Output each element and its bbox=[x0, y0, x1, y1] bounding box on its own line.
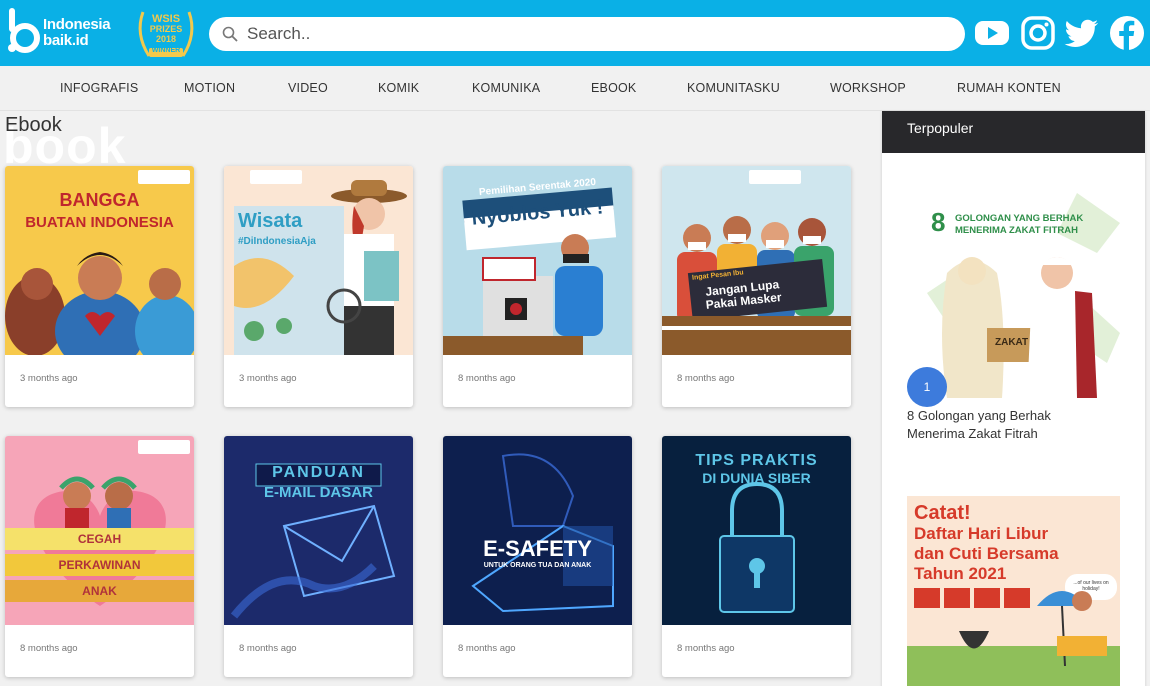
facebook-icon[interactable] bbox=[1109, 15, 1145, 51]
hand-laptop-illustration-icon bbox=[471, 453, 614, 613]
ebook-card[interactable]: Pemilihan Serentak 2020 Nyoblos Yuk ! 8 … bbox=[443, 166, 632, 407]
ebook-thumbnail: Wisata #DiIndonesiaAja bbox=[224, 166, 413, 355]
ebook-date: 3 months ago bbox=[239, 373, 297, 384]
top-header: Indonesia baik.id WSIS PRIZES 2018 WINNE… bbox=[0, 0, 1150, 66]
ebook-thumbnail: Pemilihan Serentak 2020 Nyoblos Yuk ! bbox=[443, 166, 632, 355]
wsis-award-badge: WSIS PRIZES 2018 WINNER bbox=[133, 4, 199, 64]
main-nav: INFOGRAFIS MOTION VIDEO KOMIK KOMUNIKA E… bbox=[0, 66, 1150, 111]
ebook-thumbnail: E-SAFETY UNTUK ORANG TUA DAN ANAK bbox=[443, 436, 632, 625]
ebook-card[interactable]: Ingat Pesan Ibu Jangan Lupa Pakai Masker… bbox=[662, 166, 851, 407]
nav-motion[interactable]: MOTION bbox=[184, 66, 235, 111]
sidebar-title: Terpopuler bbox=[882, 111, 1145, 153]
nav-komunitasku[interactable]: KOMUNITASKU bbox=[687, 66, 780, 111]
ebook-thumbnail: PANDUAN E-MAIL DASAR bbox=[224, 436, 413, 625]
twitter-icon[interactable] bbox=[1064, 15, 1100, 51]
travel-illustration-icon bbox=[234, 180, 407, 355]
ebook-thumbnail: BANGGA BUATAN INDONESIA bbox=[5, 166, 194, 355]
ebook-thumbnail: Ingat Pesan Ibu Jangan Lupa Pakai Masker bbox=[662, 166, 851, 355]
ebook-date: 3 months ago bbox=[20, 373, 78, 384]
page-title: Ebook bbox=[5, 114, 62, 136]
holiday-illustration-icon bbox=[907, 588, 1120, 686]
ebook-date: 8 months ago bbox=[677, 643, 735, 654]
ebook-thumbnail: TIPS PRAKTIS DI DUNIA SIBER bbox=[662, 436, 851, 625]
ebook-card[interactable]: CEGAH PERKAWINAN ANAK 8 months ago bbox=[5, 436, 194, 677]
ebook-card[interactable]: Wisata #DiIndonesiaAja 3 months ago bbox=[224, 166, 413, 407]
ebook-date: 8 months ago bbox=[458, 373, 516, 384]
ebook-card[interactable]: E-SAFETY UNTUK ORANG TUA DAN ANAK 8 mont… bbox=[443, 436, 632, 677]
ebook-date: 8 months ago bbox=[677, 373, 735, 384]
ebook-date: 8 months ago bbox=[20, 643, 78, 654]
search-bar[interactable] bbox=[209, 17, 965, 51]
logo-text: Indonesia baik.id bbox=[43, 16, 111, 49]
indonesiabaik-logo[interactable]: Indonesia baik.id bbox=[7, 6, 125, 56]
search-input[interactable] bbox=[247, 17, 947, 51]
instagram-icon[interactable] bbox=[1020, 15, 1056, 51]
ebook-card[interactable]: PANDUAN E-MAIL DASAR 8 months ago bbox=[224, 436, 413, 677]
people-illustration-icon bbox=[5, 252, 194, 355]
rank-badge: 1 bbox=[907, 367, 947, 407]
popular-thumbnail[interactable]: Catat! Daftar Hari Libur dan Cuti Bersam… bbox=[907, 496, 1120, 686]
nav-infografis[interactable]: INFOGRAFIS bbox=[60, 66, 138, 111]
ebook-date: 8 months ago bbox=[239, 643, 297, 654]
popular-title[interactable]: 8 Golongan yang Berhak Menerima Zakat Fi… bbox=[907, 407, 1107, 443]
nav-ebook[interactable]: EBOOK bbox=[591, 66, 636, 111]
popular-sidebar: Terpopuler 8 GOLONGAN YANG BERHAK MENERI… bbox=[882, 111, 1145, 686]
search-icon bbox=[222, 26, 238, 42]
ebook-card[interactable]: BANGGA BUATAN INDONESIA 3 months ago bbox=[5, 166, 194, 407]
youtube-icon[interactable] bbox=[974, 15, 1010, 51]
nav-komunika[interactable]: KOMUNIKA bbox=[472, 66, 540, 111]
nav-video[interactable]: VIDEO bbox=[288, 66, 328, 111]
nav-komik[interactable]: KOMIK bbox=[378, 66, 419, 111]
logo-mark-icon bbox=[8, 8, 40, 53]
nav-workshop[interactable]: WORKSHOP bbox=[830, 66, 906, 111]
ebook-card[interactable]: TIPS PRAKTIS DI DUNIA SIBER 8 months ago bbox=[662, 436, 851, 677]
mask-people-illustration-icon bbox=[662, 216, 851, 355]
nav-rumah-konten[interactable]: RUMAH KONTEN bbox=[957, 66, 1061, 111]
ebook-thumbnail: CEGAH PERKAWINAN ANAK bbox=[5, 436, 194, 625]
ebook-date: 8 months ago bbox=[458, 643, 516, 654]
